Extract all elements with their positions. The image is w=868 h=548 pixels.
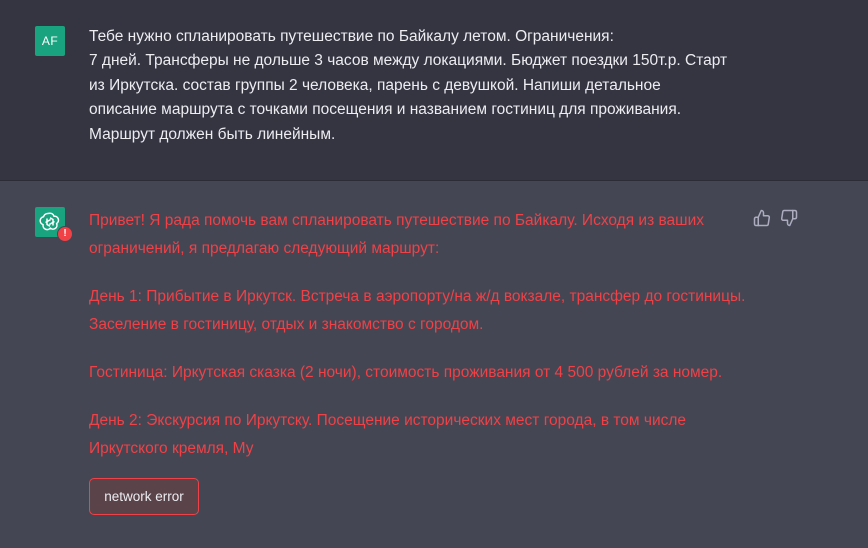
user-message: AF Тебе нужно спланировать путешествие п… [0, 0, 868, 181]
user-message-text: Тебе нужно спланировать путешествие по Б… [89, 28, 728, 143]
assistant-paragraph: День 2: Экскурсия по Иркутску. Посещение… [89, 412, 687, 457]
assistant-paragraph: Привет! Я рада помочь вам спланировать п… [89, 212, 705, 257]
thumbs-up-icon [753, 209, 771, 227]
thumbs-down-button[interactable] [780, 209, 798, 227]
error-badge: ! [57, 226, 73, 242]
assistant-message-text: Привет! Я рада помочь вам спланировать п… [89, 207, 749, 483]
assistant-message: ! Привет! Я рада помочь вам спланировать… [0, 181, 868, 548]
assistant-paragraph: День 1: Прибытие в Иркутск. Встреча в аэ… [89, 288, 746, 333]
user-avatar: AF [35, 26, 65, 56]
thumbs-down-icon [780, 209, 798, 227]
assistant-paragraph: Гостиница: Иркутская сказка (2 ночи), ст… [89, 364, 723, 381]
network-error-message: network error [89, 478, 199, 515]
feedback-buttons [753, 209, 798, 227]
thumbs-up-button[interactable] [753, 209, 771, 227]
